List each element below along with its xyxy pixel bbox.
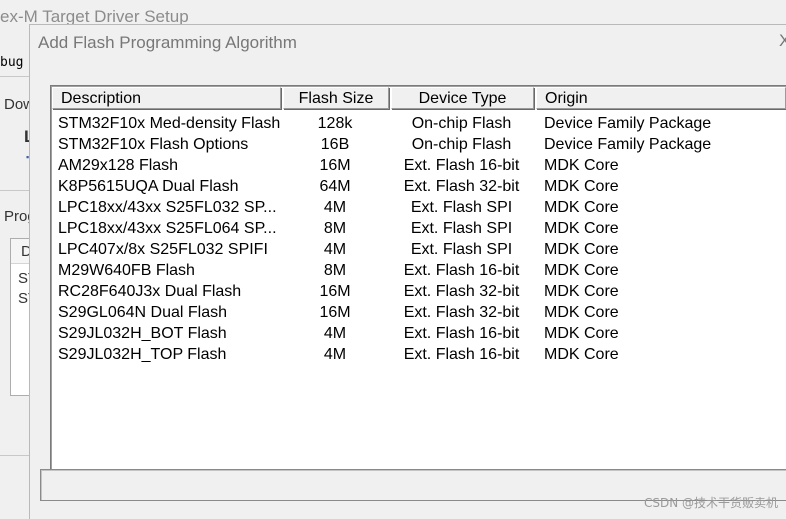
cell-flash-size: 4M [323,325,347,342]
table-row[interactable]: LPC407x/8x S25FL032 SPIFI 4M Ext. Flash SP… [52,239,786,260]
parent-tab-debug[interactable]: bug [0,52,23,74]
cell-description: K8P5615UQA Dual Flash [58,178,239,195]
cell-device-type: Ext. Flash 32-bit [403,178,520,195]
cell-device-type: Ext. Flash SPI [410,199,513,216]
cell-flash-size: 16M [319,157,351,174]
cell-origin: MDK Core [544,178,619,195]
cell-description: STM32F10x Med-density Flash [58,115,280,132]
add-flash-algorithm-dialog: Add Flash Programming Algorithm X Descri… [29,24,786,519]
cell-description: M29W640FB Flash [58,262,195,279]
cell-description: S29JL032H_TOP Flash [58,346,227,363]
cell-description: STM32F10x Flash Options [58,136,249,153]
cell-description: RC28F640J3x Dual Flash [58,283,242,300]
list-rows: STM32F10x Med-density Flash 128k On-chip F… [52,113,786,365]
cell-origin: MDK Core [544,304,619,321]
table-row[interactable]: AM29x128 Flash 16M Ext. Flash 16-bit MDK Co… [52,155,786,176]
cell-origin: MDK Core [544,199,619,216]
cell-device-type: Ext. Flash SPI [410,241,513,258]
watermark: CSDN @技术干货贩卖机 [643,496,778,510]
algorithm-list[interactable]: Description Flash Size Device Type Origi… [50,85,786,477]
table-row[interactable]: LPC18xx/43xx S25FL032 SP... 4M Ext. Flash … [52,197,786,218]
cell-origin: Device Family Package [544,136,712,153]
cell-origin: MDK Core [544,241,619,258]
cell-flash-size: 64M [319,178,351,195]
table-row[interactable]: S29JL032H_TOP Flash 4M Ext. Flash 16-bit MD… [52,344,786,365]
cell-device-type: Ext. Flash 16-bit [403,157,520,174]
cell-flash-size: 8M [323,220,347,237]
cell-flash-size: 128k [317,115,353,132]
cell-flash-size: 4M [323,241,347,258]
cell-description: S29JL032H_BOT Flash [58,325,227,342]
cell-origin: Device Family Package [544,115,712,132]
cell-description: S29GL064N Dual Flash [58,304,227,321]
cell-flash-size: 16B [320,136,350,153]
cell-origin: MDK Core [544,262,619,279]
cell-description: AM29x128 Flash [58,157,179,174]
cell-origin: MDK Core [544,157,619,174]
table-row[interactable]: K8P5615UQA Dual Flash 64M Ext. Flash 32-bi… [52,176,786,197]
cell-description: LPC18xx/43xx S25FL064 SP... [58,220,277,237]
cell-description: LPC407x/8x S25FL032 SPIFI [58,241,268,258]
table-row[interactable]: M29W640FB Flash 8M Ext. Flash 16-bit MDK Co… [52,260,786,281]
column-header-description[interactable]: Description [52,87,281,109]
cell-device-type: Ext. Flash 32-bit [403,283,520,300]
parent-tab-divider [0,76,30,77]
cell-origin: MDK Core [544,220,619,237]
cell-flash-size: 16M [319,304,351,321]
table-row[interactable]: S29GL064N Dual Flash 16M Ext. Flash 32-bit… [52,302,786,323]
cell-origin: MDK Core [544,283,619,300]
cell-flash-size: 4M [323,199,347,216]
parent-divider [0,190,30,191]
close-icon[interactable]: X [779,31,786,51]
cell-device-type: Ext. Flash 32-bit [403,304,520,321]
table-row[interactable]: S29JL032H_BOT Flash 4M Ext. Flash 16-bit MD… [52,323,786,344]
table-row[interactable]: STM32F10x Flash Options 16B On-chip Flash D… [52,134,786,155]
column-header-device-type[interactable]: Device Type [391,87,534,109]
column-header-origin[interactable]: Origin [536,87,786,109]
cell-flash-size: 8M [323,262,347,279]
cell-origin: MDK Core [544,346,619,363]
cell-device-type: On-chip Flash [411,115,512,132]
cell-flash-size: 4M [323,346,347,363]
cell-device-type: Ext. Flash SPI [410,220,513,237]
cell-description: LPC18xx/43xx S25FL032 SP... [58,199,277,216]
column-header-flash-size[interactable]: Flash Size [283,87,389,109]
cell-device-type: Ext. Flash 16-bit [403,262,520,279]
parent-divider [0,455,30,456]
table-row[interactable]: STM32F10x Med-density Flash 128k On-chip F… [52,113,786,134]
table-row[interactable]: RC28F640J3x Dual Flash 16M Ext. Flash 32-b… [52,281,786,302]
cell-device-type: On-chip Flash [411,136,512,153]
table-row[interactable]: LPC18xx/43xx S25FL064 SP... 8M Ext. Flash … [52,218,786,239]
cell-device-type: Ext. Flash 16-bit [403,346,520,363]
cell-flash-size: 16M [319,283,351,300]
list-header: Description Flash Size Device Type Origi… [52,87,786,111]
cell-device-type: Ext. Flash 16-bit [403,325,520,342]
cell-origin: MDK Core [544,325,619,342]
dialog-title: Add Flash Programming Algorithm [38,33,297,52]
